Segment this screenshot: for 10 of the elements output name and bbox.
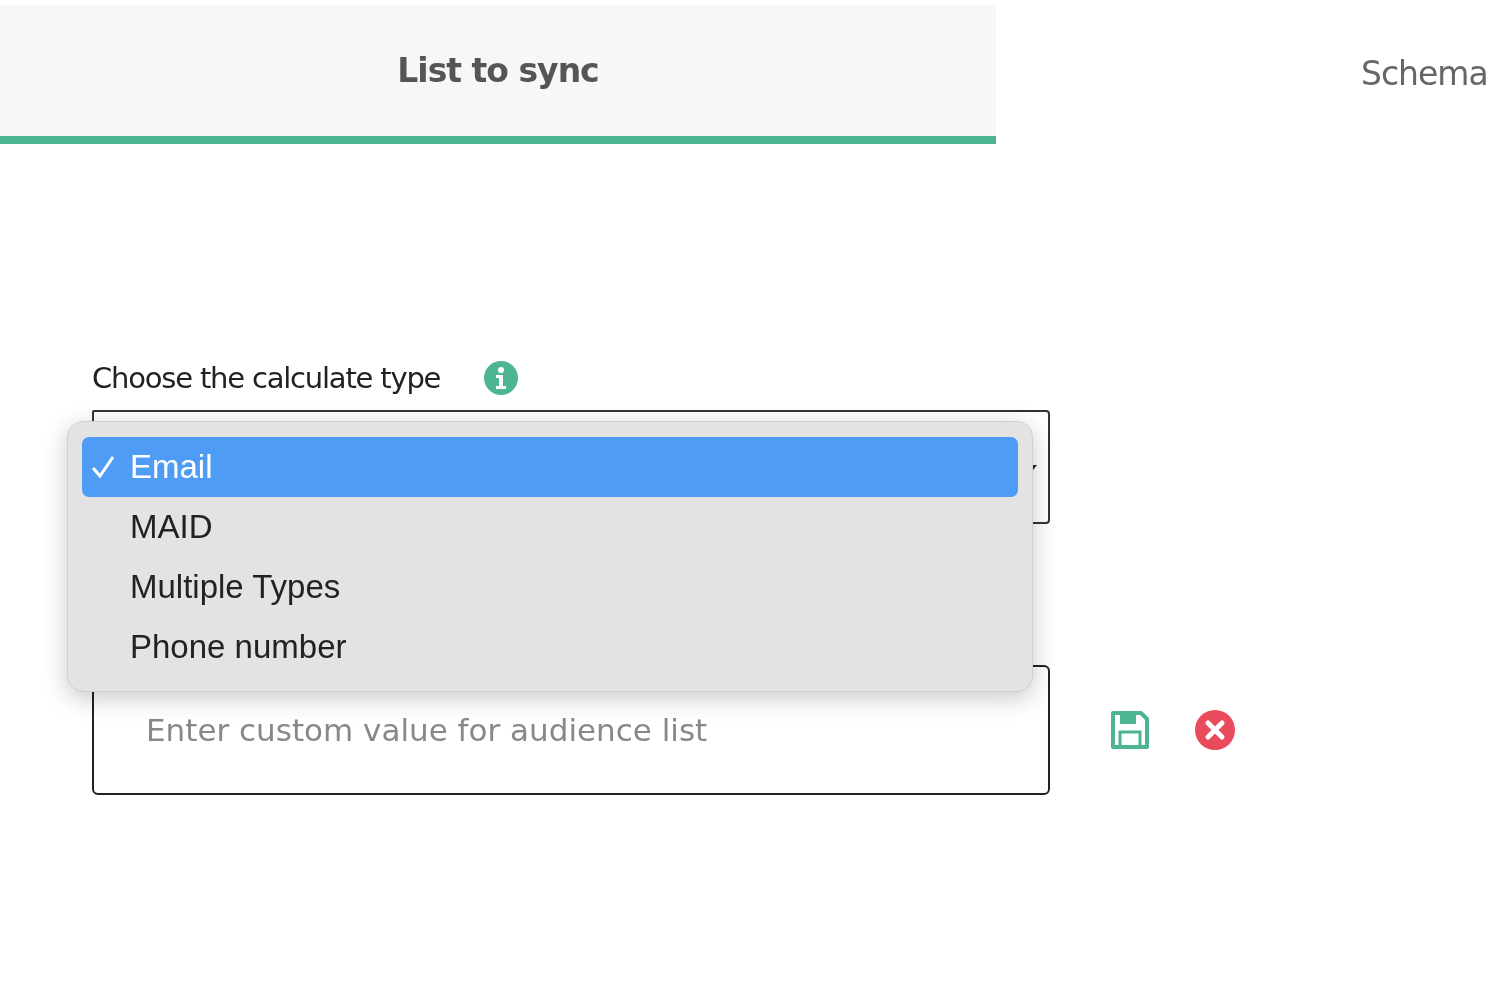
check-icon (90, 454, 116, 480)
save-button[interactable] (1110, 710, 1150, 750)
close-icon (1195, 710, 1235, 750)
dropdown-option[interactable]: MAID (82, 497, 1018, 557)
field-label: Choose the calculate type (92, 361, 441, 395)
info-icon[interactable] (484, 361, 519, 395)
dropdown-option[interactable]: Multiple Types (82, 557, 1018, 617)
save-icon (1110, 710, 1150, 750)
tab[interactable]: List to sync (0, 5, 996, 144)
cancel-button[interactable] (1195, 710, 1235, 750)
